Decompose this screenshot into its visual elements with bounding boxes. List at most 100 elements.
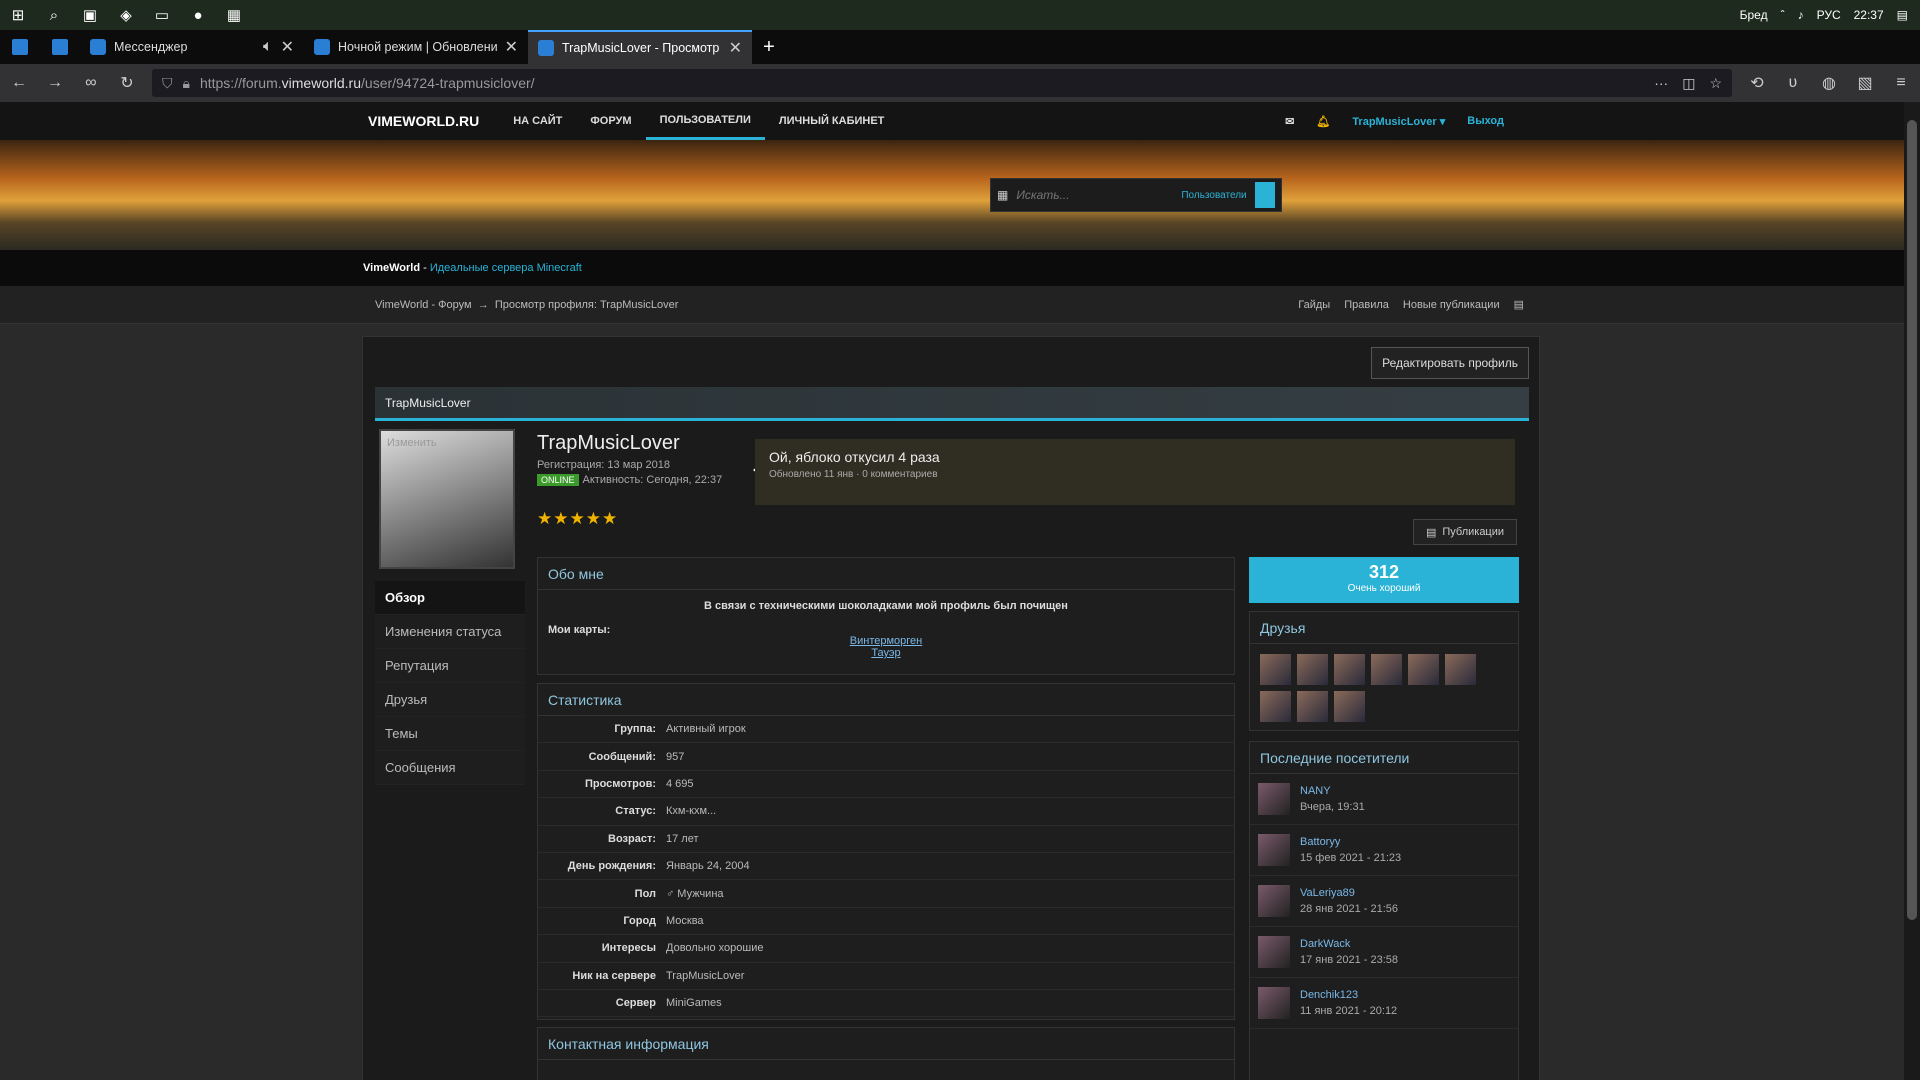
- app-icon[interactable]: ◈: [108, 0, 144, 30]
- history-icon[interactable]: ⟲: [1746, 73, 1768, 93]
- visitor-avatar[interactable]: [1258, 885, 1290, 917]
- profile-tab-friends[interactable]: Друзья: [375, 683, 525, 717]
- tray-time[interactable]: 22:37: [1854, 8, 1884, 22]
- task-view-icon[interactable]: ▣: [72, 0, 108, 30]
- folder-icon[interactable]: ▭: [144, 0, 180, 30]
- friend-avatar[interactable]: [1297, 691, 1328, 722]
- friend-avatar[interactable]: [1371, 654, 1402, 685]
- tab-profile[interactable]: TrapMusicLover - Просмотр п ✕: [528, 30, 752, 64]
- link-new-posts[interactable]: Новые публикации: [1403, 299, 1500, 311]
- pinned-tab-1[interactable]: [0, 30, 40, 64]
- visitor-name[interactable]: Denchik123: [1300, 989, 1397, 1001]
- visitor-avatar[interactable]: [1258, 987, 1290, 1019]
- mask-icon[interactable]: ∞: [80, 74, 102, 92]
- link-guides[interactable]: Гайды: [1298, 299, 1330, 311]
- publications-button[interactable]: ▤ Публикации: [1413, 519, 1517, 545]
- tab-night-mode[interactable]: Ночной режим | Обновления ✕: [304, 30, 528, 64]
- visitor-name[interactable]: DarkWack: [1300, 938, 1398, 950]
- back-icon[interactable]: ←: [8, 74, 30, 92]
- pocket-icon[interactable]: ◫: [1682, 75, 1695, 92]
- visitor-date: 28 янв 2021 - 21:56: [1300, 903, 1398, 915]
- reputation-box[interactable]: 312 Очень хороший: [1249, 557, 1519, 603]
- reload-icon[interactable]: ↻: [116, 73, 138, 93]
- stat-value: Москва: [666, 914, 704, 927]
- quick-links: Гайды Правила Новые публикации ▤: [1298, 298, 1524, 312]
- tab-messenger[interactable]: Мессенджер 🔈︎ ✕: [80, 30, 304, 64]
- nav-site[interactable]: НА САЙТ: [499, 102, 576, 140]
- vk-icon[interactable]: ʋ: [1782, 74, 1804, 92]
- search-icon[interactable]: ⌕: [36, 0, 72, 30]
- link-rules[interactable]: Правила: [1344, 299, 1389, 311]
- firefox-icon[interactable]: ●: [180, 0, 216, 30]
- pinned-tab-2[interactable]: [40, 30, 80, 64]
- visitor-name[interactable]: NANY: [1300, 785, 1365, 797]
- windows-start-icon[interactable]: ⊞: [0, 0, 36, 30]
- subtitle-text[interactable]: Идеальные сервера Minecraft: [430, 262, 582, 274]
- profile-tab-topics[interactable]: Темы: [375, 717, 525, 751]
- friend-avatar[interactable]: [1334, 654, 1365, 685]
- notifications-icon[interactable]: ▤: [1897, 8, 1908, 22]
- shield-icon[interactable]: ⛉: [162, 75, 173, 92]
- search-filter-icon[interactable]: ▦: [997, 188, 1008, 202]
- speaker-icon[interactable]: ♪: [1798, 8, 1804, 22]
- friend-avatar[interactable]: [1297, 654, 1328, 685]
- profile-tab-messages[interactable]: Сообщения: [375, 751, 525, 785]
- breadcrumb-home[interactable]: VimeWorld - Форум: [375, 299, 472, 311]
- stat-value: 957: [666, 750, 685, 763]
- map-link[interactable]: Тауэр: [538, 646, 1234, 660]
- nav-users[interactable]: ПОЛЬЗОВАТЕЛИ: [645, 102, 765, 140]
- profile-tab-reputation[interactable]: Репутация: [375, 649, 525, 683]
- publications-label: Публикации: [1442, 526, 1505, 538]
- visitor-avatar[interactable]: [1258, 834, 1290, 866]
- search-input[interactable]: [1016, 188, 1174, 202]
- close-icon[interactable]: ✕: [505, 37, 518, 57]
- user-info: ✉ 🔔︎ TrapMusicLover ▾ Выход: [1285, 115, 1504, 128]
- scrollbar-thumb[interactable]: [1907, 120, 1917, 920]
- chevron-up-icon[interactable]: ˆ: [1781, 8, 1785, 22]
- close-icon[interactable]: ✕: [281, 37, 294, 57]
- friend-avatar[interactable]: [1445, 654, 1476, 685]
- avatar-change[interactable]: Изменить: [387, 437, 437, 449]
- new-tab-button[interactable]: +: [752, 30, 786, 64]
- nav-forum[interactable]: ФОРУМ: [576, 102, 645, 140]
- search-scope[interactable]: Пользователи: [1181, 190, 1246, 201]
- mail-icon[interactable]: ✉: [1285, 115, 1294, 128]
- app-icon-2[interactable]: ▦: [216, 0, 252, 30]
- friend-avatar[interactable]: [1260, 691, 1291, 722]
- avatar[interactable]: Изменить: [379, 429, 515, 569]
- friend-avatar[interactable]: [1408, 654, 1439, 685]
- friend-avatar[interactable]: [1334, 691, 1365, 722]
- status-meta[interactable]: Обновлено 11 янв · 0 комментариев: [769, 469, 1501, 480]
- menu-icon[interactable]: ≡: [1890, 74, 1912, 92]
- edit-profile-button[interactable]: Редактировать профиль: [1371, 347, 1529, 379]
- extension-icon[interactable]: ◍: [1818, 73, 1840, 93]
- bell-icon[interactable]: 🔔︎: [1316, 115, 1330, 128]
- speaker-icon[interactable]: 🔈︎: [263, 38, 273, 56]
- visitor-item: Battoryy 15 фев 2021 - 21:23: [1250, 825, 1518, 876]
- profile-tab-status[interactable]: Изменения статуса: [375, 615, 525, 649]
- visitor-name[interactable]: VaLeriya89: [1300, 887, 1398, 899]
- star-icon[interactable]: ☆: [1709, 75, 1722, 92]
- visitor-avatar[interactable]: [1258, 783, 1290, 815]
- profile-tab-overview[interactable]: Обзор: [375, 581, 525, 615]
- logout-link[interactable]: Выход: [1467, 115, 1504, 127]
- forward-icon[interactable]: →: [44, 74, 66, 92]
- more-icon[interactable]: ···: [1654, 75, 1668, 92]
- address-bar[interactable]: ⛉ 🔒︎ https://forum.vimeworld.ru/user/947…: [152, 69, 1732, 97]
- user-menu[interactable]: TrapMusicLover ▾: [1352, 115, 1445, 128]
- page-scrollbar[interactable]: [1904, 102, 1920, 1080]
- close-icon[interactable]: ✕: [729, 38, 742, 58]
- tray-lang[interactable]: РУС: [1817, 8, 1841, 22]
- site-logo[interactable]: VIMEWORLD.RU: [368, 113, 479, 129]
- url-path: /user/94724-trapmusiclover/: [361, 75, 535, 91]
- friend-avatar[interactable]: [1260, 654, 1291, 685]
- visitor-avatar[interactable]: [1258, 936, 1290, 968]
- rss-icon[interactable]: ▤: [1514, 298, 1524, 311]
- status-bubble[interactable]: Ой, яблоко откусил 4 раза Обновлено 11 я…: [755, 439, 1515, 505]
- search-button[interactable]: [1254, 182, 1275, 208]
- stat-row: Группа: Активный игрок: [538, 716, 1234, 744]
- nav-cabinet[interactable]: ЛИЧНЫЙ КАБИНЕТ: [765, 102, 899, 140]
- stat-value: MiniGames: [666, 997, 722, 1010]
- translate-icon[interactable]: ▧: [1854, 73, 1876, 93]
- visitor-name[interactable]: Battoryy: [1300, 836, 1401, 848]
